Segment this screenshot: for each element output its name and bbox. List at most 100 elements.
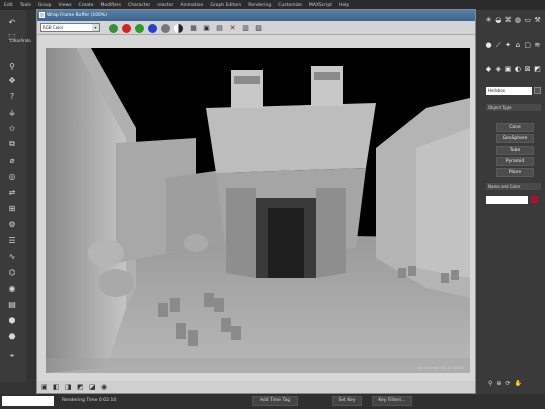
render-window-toolbar: RGB Color ▾ ▦ ▣ ▤ ✕ ▥ ▧: [37, 21, 475, 35]
utilities-tab-icon[interactable]: ⚒: [533, 16, 542, 24]
mirror-icon[interactable]: ⇌: [5, 186, 19, 198]
render-window-title-bar[interactable]: Wrap Frame Buffer (100%): [37, 10, 475, 21]
move-icon[interactable]: ✥: [5, 74, 19, 86]
zoom-all-icon[interactable]: ⊕: [496, 380, 501, 387]
render-viewport[interactable]: render time: 00: 2m 08.82: [46, 48, 470, 373]
category-icon-5[interactable]: ⊠: [523, 65, 532, 73]
scale-icon[interactable]: ⚶: [5, 106, 19, 118]
menu-item-tools[interactable]: Tools: [20, 3, 31, 8]
channel-select-value: RGB Color: [43, 25, 64, 30]
add-time-tag-button[interactable]: Add Time Tag: [252, 396, 298, 406]
layer-icon[interactable]: ☰: [5, 234, 19, 246]
menu-item-rendering[interactable]: Rendering: [248, 3, 271, 8]
menu-item-edit[interactable]: Edit: [4, 3, 13, 8]
object-type-rollout[interactable]: Object Type: [486, 104, 541, 111]
left-toolbar-label: ClearAndo: [10, 38, 31, 43]
schematic-icon[interactable]: ⌬: [5, 266, 19, 278]
menu-item-views[interactable]: Views: [59, 3, 72, 8]
display-tab-icon[interactable]: ▭: [523, 16, 532, 24]
maxscript-listener-field[interactable]: [2, 396, 54, 406]
enable-red-channel-icon[interactable]: [109, 24, 118, 33]
info-icon[interactable]: ◉: [101, 383, 107, 391]
clone-icon[interactable]: ▥: [241, 24, 250, 32]
angle-snap-icon[interactable]: ◎: [5, 170, 19, 182]
pan-icon[interactable]: ✋: [514, 380, 521, 387]
close-image-icon[interactable]: ✕: [228, 24, 237, 32]
cameras-icon[interactable]: ⌂: [513, 41, 522, 49]
object-name-field[interactable]: Hellsbox: [486, 87, 532, 95]
max-application: Edit Tools Group Views Create Modifiers …: [0, 0, 545, 409]
frame-first-icon[interactable]: ▣: [41, 383, 48, 391]
category-icon-4[interactable]: ◐: [513, 65, 522, 73]
render-icon[interactable]: ⬢: [5, 314, 19, 326]
monochrome-icon[interactable]: [174, 24, 183, 33]
quick-render-icon[interactable]: ⬣: [5, 330, 19, 342]
hierarchy-tab-icon[interactable]: ⌘: [504, 16, 513, 24]
plane-button[interactable]: Plane: [496, 168, 534, 177]
cone-button[interactable]: Cone: [496, 123, 534, 132]
create-category-row: ● ⟋ ✦ ⌂ ▢ ≋: [484, 40, 542, 50]
menu-item-character[interactable]: Character: [128, 3, 150, 8]
tube-button[interactable]: Tube: [496, 146, 534, 155]
menu-item-create[interactable]: Create: [79, 3, 94, 8]
align-icon[interactable]: ⊞: [5, 202, 19, 214]
zoom-icon[interactable]: ⚲: [488, 380, 492, 387]
save-icon[interactable]: ▣: [202, 24, 211, 32]
category-icon-6[interactable]: ◩: [533, 65, 542, 73]
utility-icon[interactable]: ⌖: [5, 350, 19, 362]
alpha-channel-icon[interactable]: [161, 24, 170, 33]
star-icon[interactable]: ✩: [5, 122, 19, 134]
link-icon[interactable]: ⚲: [5, 60, 19, 72]
gear-icon[interactable]: ⚙: [5, 218, 19, 230]
undo-icon[interactable]: ↶: [5, 16, 19, 28]
menu-item-maxscript[interactable]: MAXScript: [309, 3, 332, 8]
camera-icon[interactable]: ⧉: [5, 138, 19, 150]
command-panel-tabs: ✳ ◒ ⌘ ◍ ▭ ⚒: [484, 15, 542, 25]
render-setup-icon[interactable]: ▤: [5, 298, 19, 310]
menu-item-help[interactable]: Help: [339, 3, 349, 8]
menu-item-animation[interactable]: Animation: [180, 3, 203, 8]
name-color-field[interactable]: [486, 196, 528, 204]
motion-tab-icon[interactable]: ◍: [513, 16, 522, 24]
pyramid-button[interactable]: Pyramid: [496, 157, 534, 166]
snap-icon[interactable]: ⌀: [5, 154, 19, 166]
menu-item-group[interactable]: Group: [38, 3, 52, 8]
blue-channel-icon[interactable]: [148, 24, 157, 33]
geosphere-button[interactable]: GeoSphere: [496, 134, 534, 143]
print-icon[interactable]: ▧: [254, 24, 263, 32]
green-channel-icon[interactable]: [135, 24, 144, 33]
set-key-button[interactable]: Set Key: [332, 396, 362, 406]
red-channel-icon[interactable]: [122, 24, 131, 33]
spacewarps-icon[interactable]: ≋: [533, 41, 542, 49]
frame-play-icon[interactable]: ◨: [65, 383, 72, 391]
menu-item-modifiers[interactable]: Modifiers: [101, 3, 122, 8]
category-icon-2[interactable]: ◈: [494, 65, 503, 73]
orbit-icon[interactable]: ⟳: [505, 380, 510, 387]
name-color-rollout[interactable]: Name and Color: [486, 183, 541, 190]
menu-item-customize[interactable]: Customize: [278, 3, 302, 8]
helpers-icon[interactable]: ▢: [523, 41, 532, 49]
material-icon[interactable]: ◉: [5, 282, 19, 294]
dropdown-arrow-icon[interactable]: [534, 87, 541, 94]
curve-icon[interactable]: ∿: [5, 250, 19, 262]
frame-prev-icon[interactable]: ◧: [53, 383, 60, 391]
clear-icon[interactable]: ▦: [189, 24, 198, 32]
object-color-swatch[interactable]: [531, 196, 538, 203]
channel-select[interactable]: RGB Color ▾: [40, 23, 100, 32]
rendered-scene-image: [46, 48, 470, 373]
menu-item-graph-editors[interactable]: Graph Editors: [210, 3, 241, 8]
frame-next-icon[interactable]: ◩: [77, 383, 84, 391]
frame-last-icon[interactable]: ◪: [89, 383, 96, 391]
category-icon-1[interactable]: ◆: [484, 65, 493, 73]
shapes-icon[interactable]: ⟋: [494, 41, 503, 50]
key-filters-button[interactable]: Key Filters...: [372, 396, 412, 406]
status-bar: Rendering Time 0:02:10 Add Time Tag Set …: [0, 394, 545, 409]
create-tab-icon[interactable]: ✳: [484, 16, 493, 24]
lights-icon[interactable]: ✦: [504, 41, 513, 49]
copy-icon[interactable]: ▤: [215, 24, 224, 32]
modify-tab-icon[interactable]: ◒: [494, 16, 503, 24]
category-icon-3[interactable]: ▣: [504, 65, 513, 73]
geometry-icon[interactable]: ●: [484, 41, 493, 49]
menu-item-reactor[interactable]: reactor: [157, 3, 173, 8]
rotate-icon[interactable]: ?: [5, 90, 19, 102]
